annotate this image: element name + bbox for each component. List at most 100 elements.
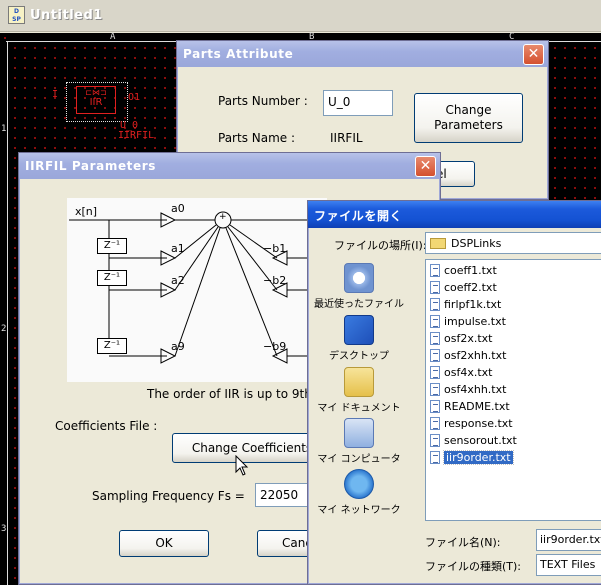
diagram-a1-label: a1 [171,242,185,255]
place-my-documents[interactable]: マイ ドキュメント [310,367,408,414]
ok-label: OK [155,536,173,550]
file-list[interactable]: coeff1.txt coeff2.txt firlpf1k.txt impul… [425,259,601,521]
close-icon: ✕ [419,158,432,174]
parts-name-label: Parts Name : [218,131,296,145]
desktop-icon [344,315,374,345]
part-symbol: ⊏⋈⊐ IIR [76,86,116,114]
iirfil-close-button[interactable]: ✕ [415,156,436,177]
diagram-input-label: x[n] [75,205,98,218]
text-file-icon [430,417,440,430]
filename-label: ファイル名(N): [425,536,501,549]
file-item-selected[interactable]: iir9order.txt [430,449,514,466]
file-open-dialog: ファイルを開く ファイルの場所(I): DSPLinks 最近使ったファイル デ… [307,200,601,585]
main-title-bar[interactable]: D SP Untitled1 [0,0,601,32]
part-output-label: O1 [128,92,141,103]
close-icon: ✕ [527,46,540,62]
iirfil-title-bar[interactable]: IIRFIL Parameters [19,153,440,179]
ruler-left: 1 2 3 [0,42,8,585]
part-input-label: I [52,89,59,100]
place-my-documents-label: マイ ドキュメント [317,403,401,414]
place-my-computer[interactable]: マイ コンピュータ [310,418,408,465]
location-label: ファイルの場所(I): [334,239,427,252]
parts-number-label: Parts Number : [218,94,308,108]
change-coefficients-label: Change Coefficients [191,441,313,455]
text-file-icon [430,298,440,311]
text-file-icon [430,315,440,328]
diagram-b2-label: −b2 [263,274,287,287]
file-item[interactable]: sensorout.txt [430,432,517,449]
ok-button[interactable]: OK [119,530,209,557]
parts-attribute-cancel-button[interactable]: el [435,161,475,187]
delay-block-1: Z⁻¹ [97,238,127,254]
sampling-frequency-label: Sampling Frequency Fs = [92,489,245,503]
file-item[interactable]: osf2xhh.txt [430,347,506,364]
file-item[interactable]: osf2x.txt [430,330,492,347]
text-file-icon [430,383,440,396]
app-icon-text: D SP [12,8,21,23]
file-item[interactable]: firlpf1k.txt [430,296,501,313]
filetype-dropdown[interactable]: TEXT Files [536,554,601,576]
text-file-icon [430,451,440,464]
diagram-b9-label: −b9 [263,340,287,353]
text-file-icon [430,400,440,413]
place-my-network[interactable]: マイ ネットワーク [310,469,408,516]
location-value: DSPLinks [451,236,502,250]
text-file-icon [430,281,440,294]
diagram-sum-label: + [219,212,227,222]
delay-block-9: Z⁻¹ [97,338,127,354]
my-documents-icon [344,367,374,397]
iirfil-title: IIRFIL Parameters [25,159,157,173]
place-recent-label: 最近使ったファイル [314,299,404,310]
part-block-text: IIR [89,97,103,108]
text-file-icon [430,332,440,345]
file-item[interactable]: response.txt [430,415,513,432]
file-item[interactable]: impulse.txt [430,313,506,330]
change-parameters-button[interactable]: Change Parameters [414,93,523,143]
place-desktop[interactable]: デスクトップ [310,315,408,362]
app-icon: D SP [8,6,25,24]
text-file-icon [430,366,440,379]
diagram-a9-label: a9 [171,340,185,353]
window-title: Untitled1 [30,8,103,23]
place-my-network-label: マイ ネットワーク [317,505,401,516]
place-my-computer-label: マイ コンピュータ [317,454,401,465]
parts-name-value: IIRFIL [330,131,363,145]
iir-block-diagram: x[n] a0 a1 a2 a9 −b1 −b2 −b9 + Z⁻¹ Z⁻¹ Z… [67,198,327,382]
file-open-title-bar[interactable]: ファイルを開く [308,201,601,228]
parts-attribute-title-bar[interactable]: Parts Attribute [177,41,548,67]
parts-attribute-title: Parts Attribute [183,47,294,61]
folder-icon [430,237,446,249]
schematic-part[interactable]: I ⊏⋈⊐ IIR O1 U_0 IIRFIL [52,82,164,144]
file-open-title: ファイルを開く [314,209,403,223]
file-item[interactable]: coeff1.txt [430,262,497,279]
filename-field[interactable]: iir9order.txt [536,529,601,551]
filetype-label: ファイルの種類(T): [425,560,522,573]
iir-diagram-lines [69,211,325,364]
recent-files-icon [344,263,374,293]
delay-block-2: Z⁻¹ [97,270,127,286]
order-text: The order of IIR is up to 9th [147,387,312,401]
ruler-col-a: A [110,32,116,42]
my-network-icon [344,469,374,499]
location-dropdown[interactable]: DSPLinks [425,232,601,254]
part-name: IIRFIL [118,130,155,141]
text-file-icon [430,349,440,362]
diagram-a2-label: a2 [171,274,185,287]
parts-number-field[interactable]: U_0 [323,90,393,116]
ruler-row-1: 1 [1,124,7,134]
parts-attribute-close-button[interactable]: ✕ [523,44,544,65]
diagram-a0-label: a0 [171,202,185,215]
text-file-icon [430,434,440,447]
place-desktop-label: デスクトップ [329,351,389,362]
ruler-row-3: 3 [1,524,7,534]
ruler-row-2: 2 [1,324,7,334]
text-file-icon [430,264,440,277]
place-recent[interactable]: 最近使ったファイル [310,263,408,310]
change-parameters-label: Change Parameters [434,103,503,132]
file-item[interactable]: osf4xhh.txt [430,381,506,398]
file-item[interactable]: README.txt [430,398,510,415]
diagram-b1-label: −b1 [263,242,287,255]
file-item[interactable]: osf4x.txt [430,364,492,381]
file-item[interactable]: coeff2.txt [430,279,497,296]
my-computer-icon [344,418,374,448]
